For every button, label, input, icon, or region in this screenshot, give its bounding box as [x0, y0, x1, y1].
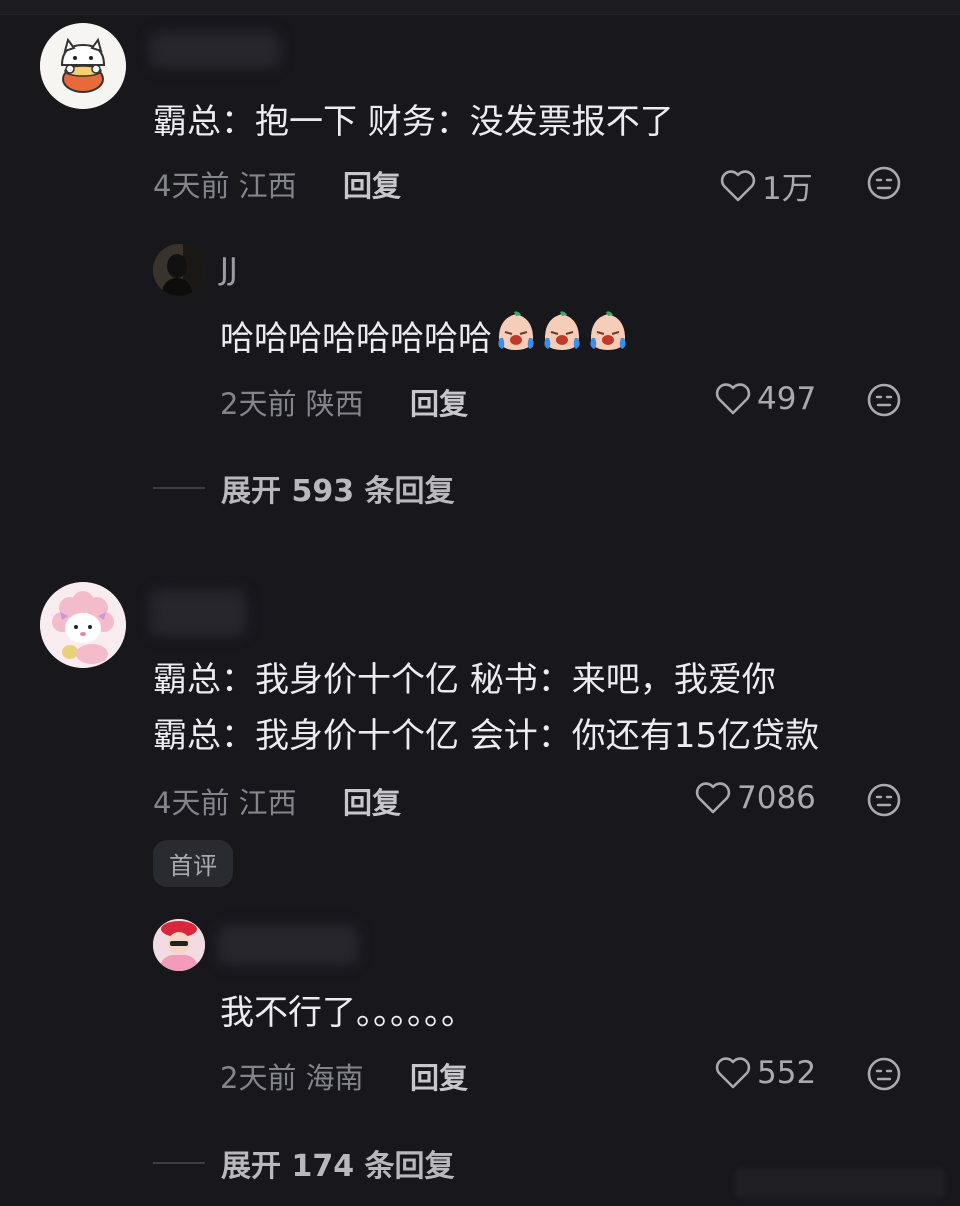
avatar[interactable] [40, 23, 126, 109]
first-comment-badge: 首评 [153, 840, 233, 887]
location: 江西 [238, 169, 297, 203]
reply-button[interactable]: 回复 [410, 381, 468, 423]
neutral-face-icon[interactable] [866, 1056, 902, 1092]
comment-time: 4天前 江西 [153, 163, 297, 205]
location: 陕西 [305, 387, 364, 421]
location: 海南 [305, 1061, 364, 1095]
time: 2天前 [220, 1061, 297, 1095]
time: 2天前 [220, 387, 297, 421]
heart-outline-icon [720, 169, 756, 203]
reply-button[interactable]: 回复 [410, 1055, 468, 1097]
avatar[interactable] [153, 919, 205, 971]
reply-time: 2天前 陕西 [220, 381, 364, 423]
avatar[interactable] [153, 244, 205, 296]
expand-replies-button[interactable]: 展开 593 条回复 [153, 466, 455, 510]
crying-laughing-face-icon [586, 310, 630, 371]
neutral-face-icon[interactable] [866, 782, 902, 818]
reply-time: 2天前 海南 [220, 1055, 364, 1097]
reply-text: 哈哈哈哈哈哈哈哈 [220, 310, 630, 371]
neutral-face-icon[interactable] [866, 165, 902, 201]
like-count: 1万 [762, 171, 813, 207]
expand-replies-button[interactable]: 展开 174 条回复 [153, 1141, 455, 1185]
watermark-blur [735, 1168, 945, 1198]
time: 4天前 [153, 786, 230, 820]
comment-text: 霸总：抱一下 财务：没发票报不了 [153, 102, 674, 142]
username-redacted [150, 32, 280, 68]
like-count: 497 [757, 381, 817, 417]
top-bar-edge [0, 0, 960, 15]
comment-time: 4天前 江西 [153, 780, 297, 822]
like-button[interactable]: 7086 [695, 780, 816, 816]
like-button[interactable]: 552 [715, 1055, 816, 1091]
heart-outline-icon [715, 382, 751, 416]
reply-text: 我不行了。。。。。。 [220, 993, 475, 1033]
expand-label: 展开 174 条回复 [221, 1149, 455, 1184]
username-redacted [150, 590, 246, 636]
divider [153, 487, 205, 489]
neutral-face-icon[interactable] [866, 382, 902, 418]
avatar[interactable] [40, 582, 126, 668]
like-count: 7086 [737, 780, 816, 816]
heart-outline-icon [715, 1056, 751, 1090]
divider [153, 1162, 205, 1164]
dark-person-silhouette-icon [153, 244, 205, 296]
reply-username[interactable]: JJ [220, 252, 238, 287]
reply-button[interactable]: 回复 [343, 163, 401, 205]
girl-red-beret-icon [153, 919, 205, 971]
like-button[interactable]: 497 [715, 381, 816, 417]
username-redacted [218, 925, 358, 965]
reply-text-content: 哈哈哈哈哈哈哈哈 [220, 319, 492, 359]
pink-sheep-character-icon [40, 582, 126, 668]
like-count: 552 [757, 1055, 817, 1091]
time: 4天前 [153, 169, 230, 203]
location: 江西 [238, 786, 297, 820]
expand-label: 展开 593 条回复 [221, 474, 455, 509]
comment-text-line: 霸总：我身价十个亿 会计：你还有15亿贷款 [153, 716, 820, 756]
crying-laughing-face-icon [494, 310, 538, 371]
heart-outline-icon [695, 781, 731, 815]
like-button[interactable]: 1万 [720, 163, 813, 208]
reply-button[interactable]: 回复 [343, 780, 401, 822]
crying-laughing-face-icon [540, 310, 584, 371]
white-cat-with-bowl-icon [40, 23, 126, 109]
comment-text-line: 霸总：我身价十个亿 秘书：来吧，我爱你 [153, 660, 776, 700]
